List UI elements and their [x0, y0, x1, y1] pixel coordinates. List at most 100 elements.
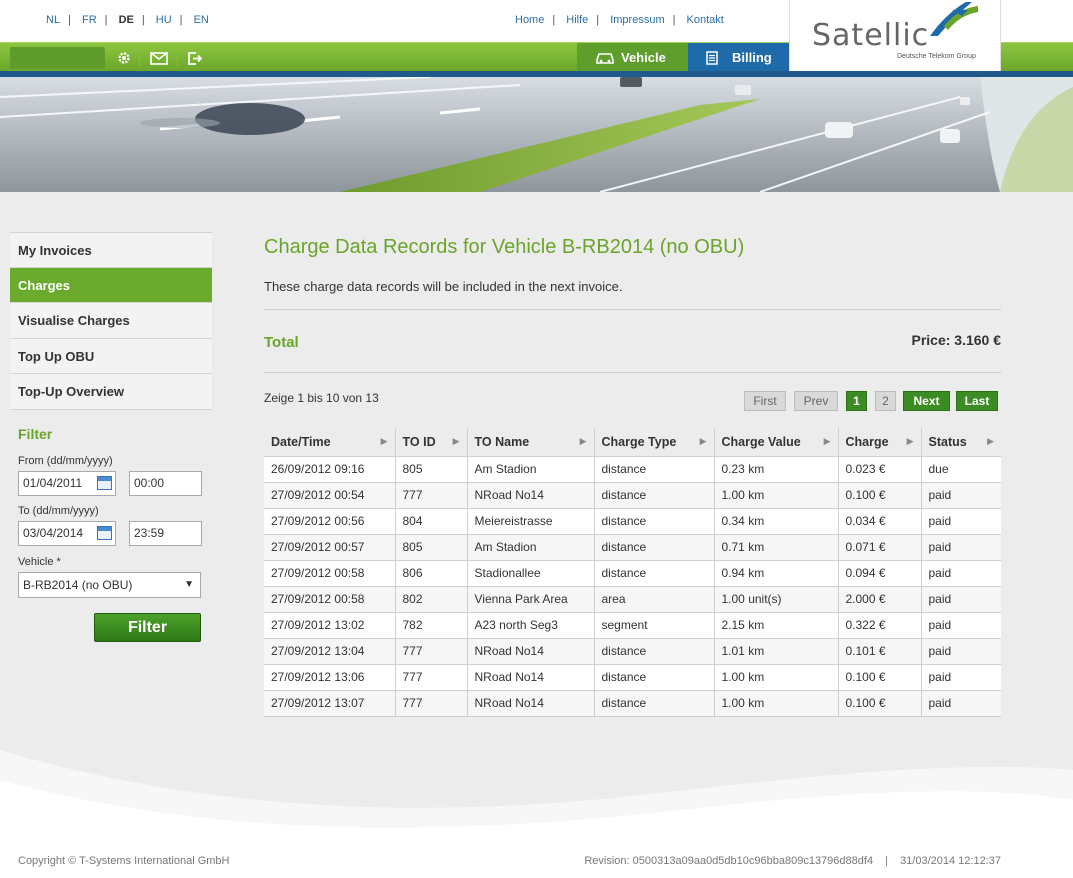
lang-hu[interactable]: HU — [150, 14, 178, 26]
sort-icon: ▶ — [699, 436, 707, 446]
table-row: 27/09/2012 00:58 806 Stadionallee distance 0… — [264, 560, 1001, 587]
column-header-to-id[interactable]: TO ID ▶ — [395, 428, 468, 457]
pager-page-1-button[interactable]: 1 — [846, 391, 867, 411]
pager-row: Zeige 1 bis 10 von 13 First Prev 1 2 Nex… — [264, 373, 1001, 423]
table-cell: 0.94 km — [714, 560, 839, 587]
table-row: 27/09/2012 00:58 802 Vienna Park Area area 1… — [264, 586, 1001, 613]
table-cell: 26/09/2012 09:16 — [264, 456, 396, 483]
vehicle-label: Vehicle * — [18, 556, 61, 568]
column-header-status[interactable]: Status ▶ — [921, 428, 1001, 457]
revision-text: Revision: 0500313a09aa0d5db10c96bba809c1… — [584, 855, 874, 867]
user-name-box[interactable] — [10, 47, 105, 69]
filter-button[interactable]: Filter — [94, 613, 201, 642]
pager-prev-button[interactable]: Prev — [794, 391, 838, 411]
sort-icon: ▶ — [823, 436, 831, 446]
table-cell: 27/09/2012 13:07 — [264, 690, 396, 717]
lang-en[interactable]: EN — [188, 14, 215, 26]
link-home[interactable]: Home — [509, 14, 550, 26]
table-cell: paid — [921, 638, 1001, 665]
pager-next-button[interactable]: Next — [903, 391, 950, 411]
sidebar-item-visualise-charges[interactable]: Visualise Charges — [10, 303, 212, 339]
table-cell: 27/09/2012 00:57 — [264, 534, 396, 561]
main-content: Charge Data Records for Vehicle B-RB2014… — [264, 232, 1001, 717]
table-cell: 0.071 € — [838, 534, 922, 561]
pager-first-button[interactable]: First — [744, 391, 786, 411]
settings-icon[interactable] — [113, 47, 135, 69]
column-header-charge-value[interactable]: Charge Value ▶ — [714, 428, 839, 457]
footer-wave — [0, 750, 1073, 850]
table-cell: 0.100 € — [838, 690, 922, 717]
sidebar-item-charges[interactable]: Charges — [10, 267, 212, 303]
column-header-label: TO Name — [474, 434, 530, 449]
logo[interactable]: Satellic Deutsche Telekom Group — [789, 0, 1001, 71]
link-help[interactable]: Hilfe — [560, 14, 594, 26]
sidebar-item-top-up-overview[interactable]: Top-Up Overview — [10, 374, 212, 410]
total-label: Total — [264, 334, 299, 351]
lang-nl[interactable]: NL — [40, 14, 66, 26]
pager-last-button[interactable]: Last — [956, 391, 998, 411]
table-cell: NRoad No14 — [467, 638, 595, 665]
table-cell: NRoad No14 — [467, 482, 595, 509]
table-cell: distance — [594, 638, 715, 665]
page-description: These charge data records will be includ… — [264, 279, 623, 294]
to-date-label: To (dd/mm/yyyy) — [18, 505, 99, 517]
table-cell: 2.15 km — [714, 612, 839, 639]
separator: | — [596, 14, 600, 26]
tab-billing[interactable]: Billing — [688, 43, 789, 73]
tab-vehicle[interactable]: Vehicle — [577, 43, 688, 73]
table-cell: 1.00 km — [714, 664, 839, 691]
sidebar-item-top-up-obu[interactable]: Top Up OBU — [10, 338, 212, 374]
to-time-value: 23:59 — [134, 526, 165, 540]
link-imprint[interactable]: Impressum — [604, 14, 670, 26]
vehicle-select[interactable]: B-RB2014 (no OBU) ▼ — [18, 572, 201, 598]
pager-page-2-button[interactable]: 2 — [875, 391, 896, 411]
table-cell: paid — [921, 560, 1001, 587]
table-cell: distance — [594, 560, 715, 587]
table-cell: 27/09/2012 00:54 — [264, 482, 396, 509]
calendar-icon[interactable] — [97, 526, 112, 540]
table-cell: 0.094 € — [838, 560, 922, 587]
column-header-charge[interactable]: Charge ▶ — [838, 428, 922, 457]
table-cell: Stadionallee — [467, 560, 595, 587]
sort-icon: ▶ — [579, 436, 587, 446]
to-time-input[interactable]: 23:59 — [129, 521, 202, 546]
table-cell: 0.23 km — [714, 456, 839, 483]
table-row: 27/09/2012 00:56 804 Meiereistrasse distanc… — [264, 508, 1001, 535]
table-cell: distance — [594, 456, 715, 483]
link-contact[interactable]: Kontakt — [681, 14, 730, 26]
column-header-datetime[interactable]: Date/Time ▶ — [264, 428, 396, 457]
table-cell: 0.71 km — [714, 534, 839, 561]
table-row: 27/09/2012 13:02 782 A23 north Seg3 segment… — [264, 612, 1001, 639]
from-date-input[interactable]: 01/04/2011 — [18, 471, 116, 496]
to-date-input[interactable]: 03/04/2014 — [18, 521, 116, 546]
calendar-icon[interactable] — [97, 476, 112, 490]
table-cell: due — [921, 456, 1001, 483]
column-header-label: Charge Type — [601, 434, 677, 449]
lang-fr[interactable]: FR — [76, 14, 103, 26]
table-row: 27/09/2012 13:06 777 NRoad No14 distance 1.0… — [264, 664, 1001, 691]
table-row: 27/09/2012 13:04 777 NRoad No14 distance 1.0… — [264, 638, 1001, 665]
from-time-value: 00:00 — [134, 476, 165, 490]
table-cell: 777 — [395, 664, 468, 691]
table-cell: 805 — [395, 534, 468, 561]
table-cell: 0.100 € — [838, 664, 922, 691]
separator: | — [179, 14, 183, 26]
table-cell: paid — [921, 612, 1001, 639]
sidebar-item-my-invoices[interactable]: My Invoices — [10, 232, 212, 268]
table-cell: NRoad No14 — [467, 664, 595, 691]
page-title: Charge Data Records for Vehicle B-RB2014… — [264, 236, 745, 258]
lang-de[interactable]: DE — [113, 14, 140, 26]
logout-icon[interactable] — [184, 47, 206, 69]
mail-icon[interactable] — [148, 47, 170, 69]
from-time-input[interactable]: 00:00 — [129, 471, 202, 496]
column-header-to-name[interactable]: TO Name ▶ — [467, 428, 595, 457]
column-header-charge-type[interactable]: Charge Type ▶ — [594, 428, 715, 457]
table-cell: 1.00 km — [714, 482, 839, 509]
charges-table: Date/Time ▶ TO ID ▶ TO Name ▶ Charge Type ▶ … — [264, 428, 1001, 717]
table-cell: Meiereistrasse — [467, 508, 595, 535]
to-date-value: 03/04/2014 — [23, 526, 84, 540]
total-price: Price: 3.160 € — [911, 332, 1001, 348]
table-cell: A23 north Seg3 — [467, 612, 595, 639]
sort-icon: ▶ — [452, 436, 460, 446]
footer: Copyright © T-Systems International GmbH… — [0, 740, 1073, 878]
